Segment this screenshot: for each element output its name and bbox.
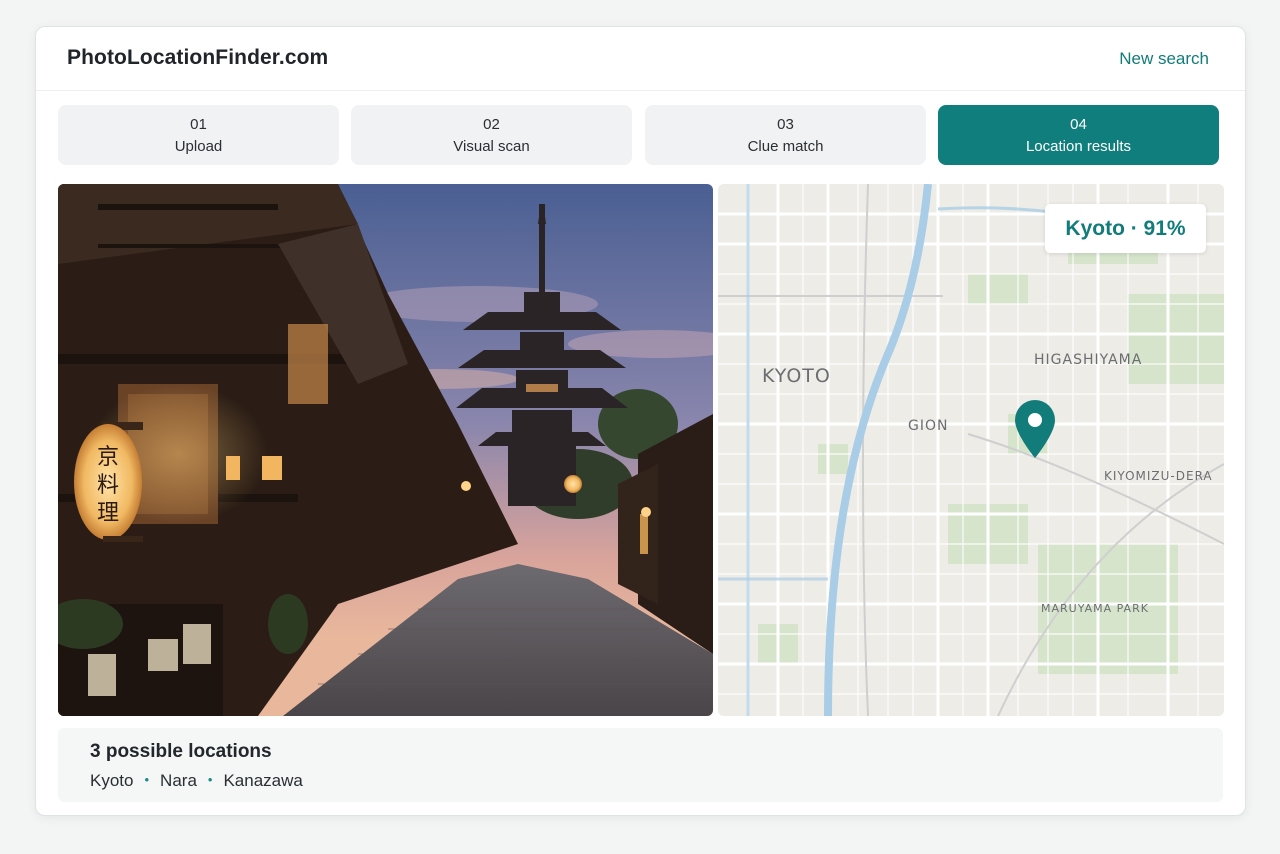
location-option-nara[interactable]: Nara [160, 771, 197, 790]
lantern-char-1: 京 [97, 445, 119, 470]
uploaded-photo: 京 料 理 [58, 184, 713, 716]
step-number: 04 [1070, 116, 1087, 133]
map-canvas [718, 184, 1224, 716]
app-window: PhotoLocationFinder.com New search 01 Up… [35, 26, 1246, 816]
step-number: 02 [483, 116, 500, 133]
step-label: Clue match [747, 138, 824, 155]
results-title: 3 possible locations [90, 741, 272, 762]
step-label: Visual scan [453, 138, 530, 155]
location-option-kyoto[interactable]: Kyoto [90, 771, 133, 790]
map-label-maruyama-park: MARUYAMA PARK [1041, 602, 1149, 615]
step-location-results[interactable]: 04 Location results [938, 105, 1219, 165]
step-label: Location results [1025, 138, 1132, 155]
street-pagoda-image: 京 料 理 [58, 184, 713, 716]
progress-steps: 01 Upload 02 Visual scan 03 Clue match 0… [58, 105, 1219, 165]
results-location-list: Kyoto • Nara • Kanazawa [90, 771, 303, 791]
step-clue-match[interactable]: 03 Clue match [645, 105, 926, 165]
header: PhotoLocationFinder.com New search [36, 27, 1245, 91]
map-label-higashiyama: HIGASHIYAMA [1034, 352, 1143, 368]
lantern-char-2: 料 [97, 473, 119, 498]
map-label-kyoto: KYOTO [762, 365, 831, 387]
step-label: Upload [174, 138, 223, 155]
lantern-char-3: 理 [97, 501, 119, 526]
new-search-link[interactable]: New search [1119, 49, 1209, 69]
map-label-kiyomizu-dera: KIYOMIZU-DERA [1104, 469, 1213, 483]
location-option-kanazawa[interactable]: Kanazawa [223, 771, 302, 790]
site-title: PhotoLocationFinder.com [67, 46, 329, 69]
location-map[interactable]: KYOTO HIGASHIYAMA GION KIYOMIZU-DERA MAR… [718, 184, 1224, 716]
separator-dot: • [207, 772, 213, 787]
step-upload[interactable]: 01 Upload [58, 105, 339, 165]
step-number: 01 [190, 116, 207, 133]
step-number: 03 [777, 116, 794, 133]
results-summary: 3 possible locations Kyoto • Nara • Kanazawa [58, 728, 1223, 802]
location-pin-icon[interactable] [1013, 400, 1057, 460]
map-label-gion: GION [908, 418, 949, 434]
separator-dot: • [144, 772, 150, 787]
confidence-badge: Kyoto · 91% [1045, 204, 1206, 253]
step-visual-scan[interactable]: 02 Visual scan [351, 105, 632, 165]
